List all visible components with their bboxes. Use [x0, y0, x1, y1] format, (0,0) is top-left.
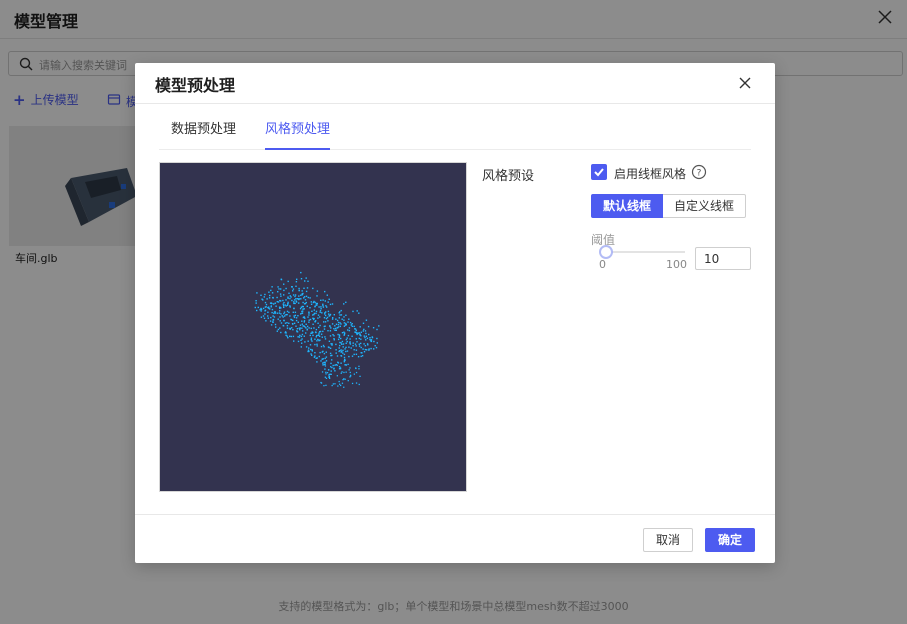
help-circle-icon[interactable]: ? [691, 164, 707, 180]
threshold-slider-track[interactable] [605, 251, 685, 253]
tab-data-preprocess[interactable]: 数据预处理 [171, 118, 236, 150]
tab-bar: 数据预处理 风格预处理 [159, 104, 751, 150]
model-preview-canvas[interactable] [159, 162, 467, 492]
slider-max-label: 100 [666, 258, 687, 271]
wireframe-checkbox-label: 启用线框风格 [614, 167, 687, 181]
dialog-header: 模型预处理 [135, 63, 775, 104]
threshold-input[interactable] [695, 247, 751, 270]
default-wireframe-button[interactable]: 默认线框 [591, 194, 664, 218]
cancel-button[interactable]: 取消 [643, 528, 694, 552]
wireframe-model [254, 271, 380, 388]
checkbox-checked-icon [594, 168, 604, 177]
style-preset-label: 风格预设 [482, 169, 535, 184]
svg-text:?: ? [697, 169, 702, 179]
close-icon[interactable] [737, 75, 753, 91]
slider-min-label: 0 [599, 258, 606, 271]
wireframe-checkbox[interactable] [591, 164, 607, 180]
preprocess-dialog: 模型预处理 数据预处理 风格预处理 风格预设 启用线框风格 ? 默认线框 自定义… [135, 63, 775, 563]
custom-wireframe-button[interactable]: 自定义线框 [663, 194, 747, 218]
wireframe-mode-segment: 默认线框 自定义线框 [591, 194, 747, 218]
threshold-slider-handle[interactable] [599, 245, 613, 259]
confirm-button[interactable]: 确定 [705, 528, 756, 552]
tab-style-preprocess[interactable]: 风格预处理 [265, 118, 331, 150]
dialog-title: 模型预处理 [155, 76, 236, 95]
dialog-footer: 取消 确定 [135, 514, 775, 563]
